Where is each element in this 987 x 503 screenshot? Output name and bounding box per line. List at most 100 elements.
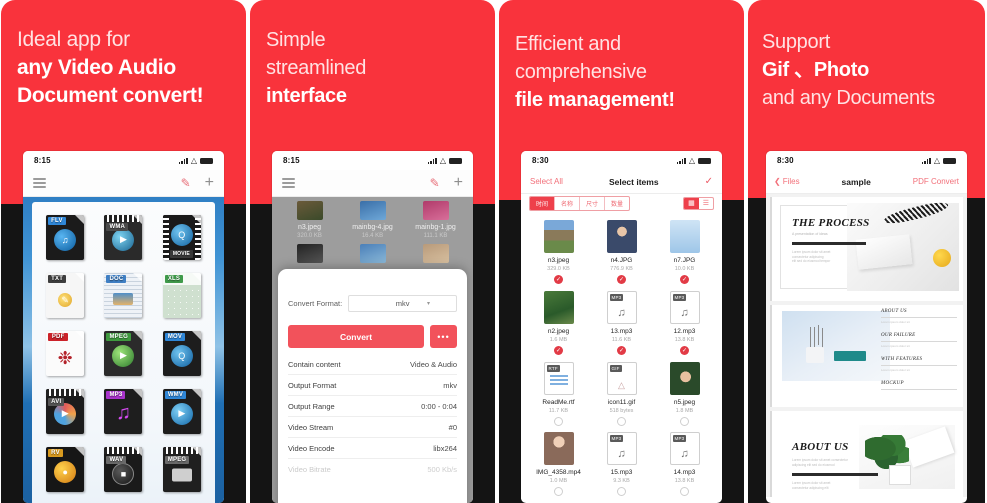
music-note-icon: ♫ (617, 448, 626, 461)
sort-tab-time[interactable]: 时间 (530, 196, 556, 210)
selection-check-icon[interactable] (617, 416, 626, 426)
file-grid-item[interactable]: MP3 ♫ 14.mp3 13.8 KB (653, 428, 716, 499)
app-store-screenshot-gallery: Ideal app for any Video Audio Document c… (0, 0, 987, 503)
headline-line-3: and any Documents (762, 87, 935, 109)
decorative-circle (933, 249, 951, 267)
background-file-grid-row2 (272, 244, 473, 266)
music-note-icon: ♫ (680, 448, 689, 461)
selection-check-icon[interactable]: ✓ (617, 275, 626, 284)
list-view-icon[interactable]: ☰ (699, 198, 713, 209)
hamburger-icon[interactable] (282, 178, 295, 188)
file-thumbnail (296, 244, 323, 263)
sort-tab-count[interactable]: 数量 (605, 197, 629, 210)
file-grid-item[interactable]: n7.JPG 10.0 KB ✓ (653, 216, 716, 287)
selection-check-icon[interactable]: ✓ (554, 345, 563, 355)
file-thumbnail (359, 201, 386, 220)
panel-2-headline: Simple streamlined interface (250, 0, 495, 110)
list-item (278, 244, 341, 266)
spec-value: #0 (448, 422, 457, 432)
toc-title: WITH FEATURES (881, 357, 923, 362)
grid-view-icon[interactable]: ▦ (684, 197, 699, 209)
status-time: 8:15 (283, 156, 300, 165)
cellular-signal-icon (921, 157, 931, 164)
more-options-button[interactable]: ••• (430, 325, 457, 348)
status-bar: 8:30 △ (521, 151, 722, 170)
document-nav-bar: ❮ Files sample PDF Convert (766, 170, 967, 194)
select-all-button[interactable]: Select All (530, 177, 563, 186)
file-grid-item[interactable]: n5.jpeg 1.8 MB (653, 358, 716, 429)
headline-line-2: streamlined (266, 57, 367, 79)
slide-body-text: Lorem ipsum dolor sit amet consectetur ad… (792, 250, 831, 264)
sort-tab-size[interactable]: 尺寸 (580, 196, 606, 210)
selection-check-icon[interactable] (554, 487, 563, 497)
toc-title: OUR FAILURE (881, 333, 916, 338)
file-grid-item[interactable]: n3.jpeg 329.0 KB ✓ (527, 216, 590, 287)
file-name: 15.mp3 (610, 469, 633, 477)
file-name: n3.jpeg (298, 224, 321, 231)
selection-check-icon[interactable]: ✓ (554, 275, 563, 284)
file-grid-item[interactable]: GIF △ icon11.gif 518 bytes (590, 358, 653, 429)
hamburger-icon[interactable] (33, 178, 46, 188)
file-grid-item[interactable]: IMG_4358.mp4 1.0 MB (527, 428, 590, 499)
file-size: 11.6 KB (611, 336, 632, 343)
file-grid-item[interactable]: n2.jpeg 1.6 MB ✓ (527, 287, 590, 358)
file-type-label: MP3 (106, 390, 126, 399)
spec-value: libx264 (433, 443, 457, 453)
file-type-icon: ▶ AVI (46, 388, 85, 434)
file-grid-item[interactable]: RTF ReadMe.rtf 11.7 KB (527, 358, 590, 429)
toc-title: MOCKUP (881, 381, 904, 386)
check-icon[interactable]: ✓ (705, 176, 713, 187)
document-preview[interactable]: THE PROCESS A presentation of ideas Lore… (766, 194, 967, 497)
file-size: 320.0 KB (297, 233, 322, 239)
selection-check-icon[interactable] (680, 416, 689, 426)
convert-format-select[interactable]: mkv ▾ (348, 295, 457, 312)
file-thumbnail (422, 201, 449, 220)
selection-check-icon[interactable]: ✓ (617, 345, 626, 355)
file-thumbnail (669, 361, 700, 395)
status-time: 8:30 (777, 156, 794, 165)
pdf-convert-button[interactable]: PDF Convert (913, 177, 959, 186)
pencil-icon[interactable]: ✎ (430, 176, 440, 190)
nav-actions: ✎ + (430, 175, 463, 191)
battery-icon (943, 157, 956, 164)
status-time: 8:30 (532, 156, 549, 165)
file-type-label: MOVIE (169, 249, 193, 258)
decorative-vase (806, 347, 824, 363)
headline-line-1: Ideal app for (17, 28, 130, 51)
headline-line-2: any Video Audio (17, 56, 176, 79)
spec-label: Video Bitrate (288, 465, 331, 474)
plus-icon[interactable]: + (454, 175, 463, 191)
spec-row: Output Range 0:00 - 0:04 (288, 396, 457, 417)
toc-item: OUR FAILURE Lorem ipsum dolor sit (881, 333, 957, 348)
file-type-icon: ▶ MPEG (104, 330, 143, 376)
pencil-icon[interactable]: ✎ (181, 176, 191, 190)
selection-check-icon[interactable] (617, 487, 626, 497)
document-slide: ABOUT US Lorem ipsum dolor sit OUR FAILU… (770, 305, 963, 407)
file-thumbnail: RTF (543, 361, 574, 395)
back-button[interactable]: ❮ Files (774, 177, 800, 186)
file-thumbnail (422, 244, 449, 263)
battery-icon (449, 157, 462, 164)
file-thumbnail: MP3 ♫ (669, 290, 700, 324)
file-type-label: MPEG (106, 332, 131, 341)
selection-check-icon[interactable]: ✓ (680, 275, 689, 284)
wifi-icon: △ (190, 155, 197, 165)
selection-check-icon[interactable]: ✓ (680, 345, 689, 355)
file-grid-item[interactable]: n4.JPG 776.9 KB ✓ (590, 216, 653, 287)
file-thumbnail (543, 290, 574, 324)
file-grid-item[interactable]: MP3 ♫ 15.mp3 9.3 KB (590, 428, 653, 499)
sort-tab-name[interactable]: 名称 (555, 196, 581, 210)
convert-button[interactable]: Convert (288, 325, 424, 348)
selection-check-icon[interactable] (680, 487, 689, 497)
selection-check-icon[interactable] (554, 416, 563, 426)
file-thumbnail (669, 220, 700, 253)
plus-icon[interactable]: + (205, 175, 214, 191)
file-type-badge: MP3 (672, 435, 687, 443)
file-grid-item[interactable]: MP3 ♫ 12.mp3 13.8 KB ✓ (653, 287, 716, 358)
file-grid-item[interactable]: MP3 ♫ 13.mp3 11.6 KB ✓ (590, 287, 653, 358)
file-thumbnail (543, 220, 574, 253)
file-size: 16.4 KB (361, 233, 384, 239)
file-type-label: WAV (106, 455, 127, 464)
file-name: n2.jpeg (547, 327, 570, 335)
headline-line-3: interface (266, 85, 347, 107)
